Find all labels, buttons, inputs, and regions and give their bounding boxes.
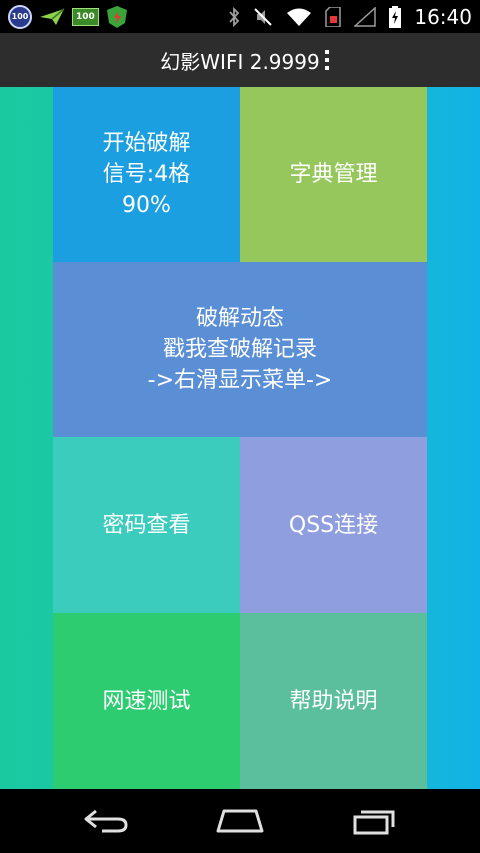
paper-plane-icon [39, 7, 65, 26]
status-bar: 100 100 16:40 [0, 0, 480, 33]
back-icon[interactable] [66, 797, 146, 845]
clock: 16:40 [414, 4, 472, 29]
home-icon[interactable] [200, 797, 280, 845]
badge-100-text: 100 [11, 12, 29, 21]
navigation-bar [0, 789, 480, 853]
start-crack-label: 开始破解 [102, 131, 191, 156]
app-shield-icon [106, 5, 128, 29]
help-label: 帮助说明 [289, 688, 378, 714]
signal-icon [354, 6, 377, 27]
dictionary-management-tile[interactable]: 字典管理 [240, 87, 427, 262]
dictionary-management-label: 字典管理 [289, 162, 378, 187]
bluetooth-icon [228, 6, 240, 27]
battery-charging-icon [389, 5, 402, 28]
swipe-menu-hint: ->右滑显示菜单-> [147, 368, 333, 393]
recent-apps-icon[interactable] [335, 797, 415, 845]
password-view-label: 密码查看 [102, 512, 191, 538]
speed-test-tile[interactable]: 网速测试 [53, 613, 240, 789]
start-crack-tile[interactable]: 开始破解 信号:4格 90% [53, 87, 240, 262]
battery-100-icon: 100 [72, 7, 99, 26]
system-icons: 16:40 [228, 5, 480, 29]
overflow-menu-icon[interactable] [318, 43, 336, 77]
notification-icons: 100 100 [0, 4, 128, 29]
battery-saver-icon: 100 [8, 4, 32, 29]
crack-dynamic-tile[interactable]: 破解动态 戳我查破解记录 ->右滑显示菜单-> [53, 262, 427, 437]
crack-dynamic-label: 破解动态 [195, 306, 284, 331]
action-bar: 幻影WIFI 2.9999 [0, 33, 480, 87]
wifi-icon [286, 7, 312, 27]
signal-percent-label: 90% [122, 193, 171, 218]
app-title: 幻影WIFI 2.9999 [160, 49, 320, 74]
sim-card-icon [325, 6, 342, 27]
qss-connect-label: QSS连接 [288, 512, 379, 538]
badge-100-rect-text: 100 [76, 11, 95, 22]
password-view-tile[interactable]: 密码查看 [53, 437, 240, 613]
speed-test-label: 网速测试 [102, 688, 191, 714]
qss-connect-tile[interactable]: QSS连接 [240, 437, 427, 613]
main-content: 开始破解 信号:4格 90% 字典管理 破解动态 戳我查破解记录 ->右滑显示菜… [0, 87, 480, 789]
mute-icon [253, 7, 273, 27]
crack-record-hint: 戳我查破解记录 [162, 337, 317, 362]
help-tile[interactable]: 帮助说明 [240, 613, 427, 789]
signal-strength-label: 信号:4格 [102, 162, 191, 187]
